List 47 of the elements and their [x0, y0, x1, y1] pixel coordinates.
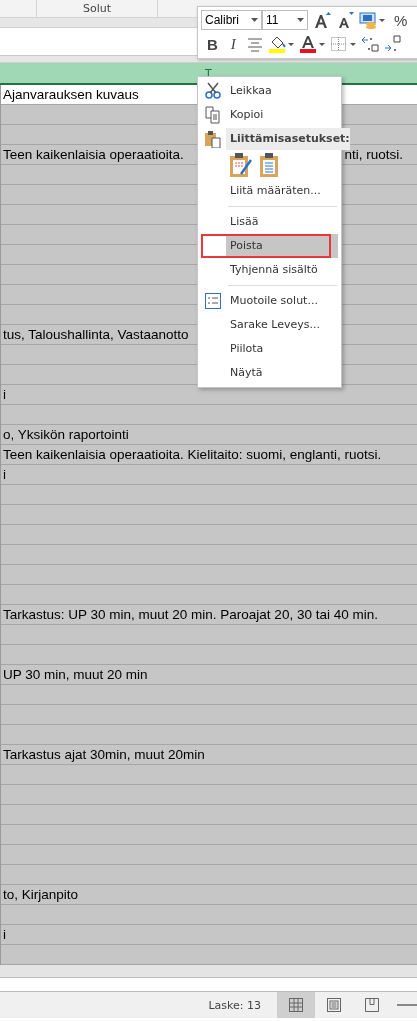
table-cell-text: Tarkastus: UP 30 min, muut 20 min. Paroajat 20, 30 tai 40 min.	[2, 607, 378, 622]
italic-button[interactable]: I	[228, 35, 238, 53]
page-break-view-icon	[364, 997, 380, 1013]
table-cell-text: Teen kaikenlaisia operaatioita. Kielitaito: suomi, englanti, ruotsi.	[2, 447, 382, 462]
shrink-font-icon[interactable]	[336, 11, 354, 29]
format-cells-icon	[204, 292, 222, 310]
table-cell-text: tus, Taloushallinta, Vastaanotto	[2, 327, 189, 342]
table-cell-text: UP 30 min, muut 20 min	[2, 667, 148, 682]
ribbon-group-label: Solut	[36, 0, 158, 17]
table-cell-text: i	[2, 467, 6, 482]
paste-formatting-icon[interactable]	[229, 152, 253, 178]
status-count: Laske: 13	[208, 998, 261, 1012]
paste-icon	[204, 130, 222, 148]
cut-icon	[204, 82, 222, 100]
percent-button[interactable]: %	[392, 11, 410, 29]
copy-icon	[204, 106, 222, 124]
menu-item[interactable]: Liitä määräten...	[226, 179, 338, 203]
menu-section-header: Liittämisasetukset:	[226, 128, 350, 150]
menu-item[interactable]: Muotoile solut...	[226, 289, 338, 313]
table-cell-text: i	[2, 387, 6, 402]
menu-item[interactable]: Kopioi	[226, 103, 338, 127]
table-cell-text: Ajanvarauksen kuvaus	[2, 87, 139, 102]
menu-item[interactable]: Leikkaa	[226, 79, 338, 103]
font-dropdown[interactable]: Calibri	[201, 10, 262, 30]
table-cell-text: nti, ruotsi.	[343, 147, 403, 162]
grow-font-icon[interactable]	[313, 11, 331, 29]
format-table-icon[interactable]	[359, 11, 387, 29]
menu-item[interactable]: Tyhjennä sisältö	[226, 258, 338, 282]
view-button[interactable]	[277, 992, 315, 1018]
table-cell-text: o, Yksikön raportointi	[2, 427, 129, 442]
paste-icon[interactable]	[259, 152, 279, 178]
menu-item[interactable]: Lisää	[226, 210, 338, 234]
increase-decimal-icon[interactable]	[360, 35, 379, 53]
table-cell-text: to, Kirjanpito	[2, 887, 79, 902]
menu-item[interactable]: Piilota	[226, 337, 338, 361]
fill-color-icon[interactable]	[267, 35, 294, 53]
page-layout-view-icon	[326, 997, 342, 1013]
font-color-icon[interactable]	[298, 35, 325, 53]
decrease-decimal-icon[interactable]	[383, 35, 402, 53]
normal-view-icon	[288, 997, 304, 1013]
font-size-dropdown[interactable]: 11	[262, 10, 308, 30]
table-cell-text: Teen kaikenlaisia operaatioita.	[2, 147, 184, 162]
bold-button[interactable]: B	[205, 35, 220, 53]
table-cell-text: i	[2, 927, 6, 942]
menu-item[interactable]: Näytä	[226, 361, 338, 385]
table-cell-text: Tarkastus ajat 30min, muut 20min	[2, 747, 205, 762]
menu-item[interactable]: Sarake Leveys...	[226, 313, 338, 337]
